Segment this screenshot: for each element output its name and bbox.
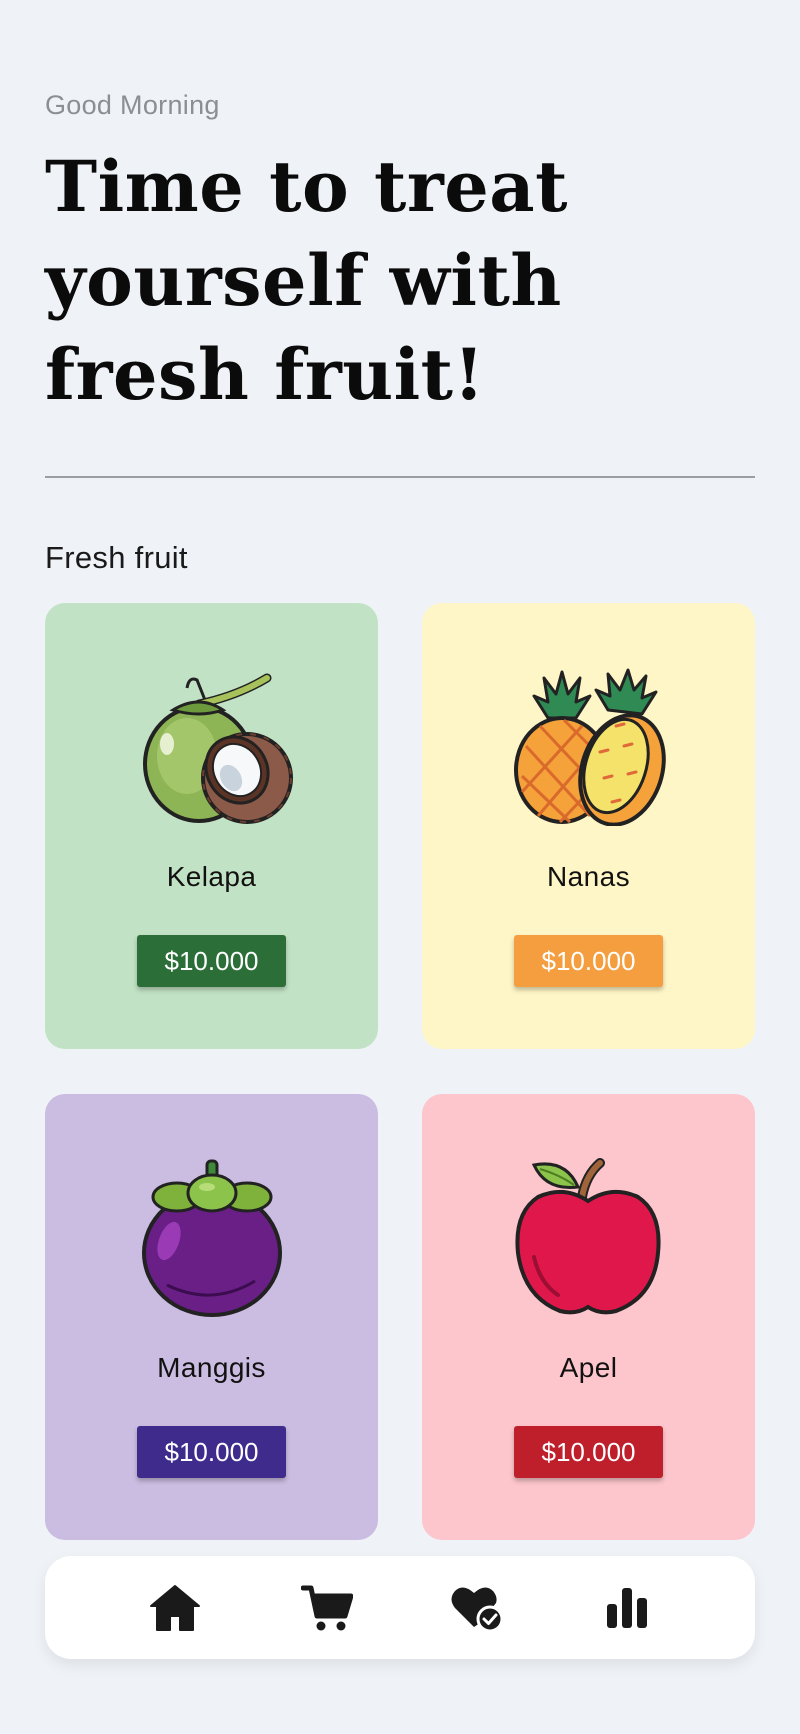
home-icon xyxy=(150,1585,200,1631)
product-card-nanas[interactable]: Nanas $10.000 xyxy=(422,603,755,1049)
divider xyxy=(45,476,755,478)
greeting: Good Morning xyxy=(45,90,220,120)
product-name: Kelapa xyxy=(166,861,257,892)
price-button[interactable]: $10.000 xyxy=(514,935,663,987)
price-button[interactable]: $10.000 xyxy=(137,1426,286,1478)
product-card-manggis[interactable]: Manggis $10.000 xyxy=(45,1094,378,1540)
heart-check-icon xyxy=(451,1587,504,1633)
cart-icon xyxy=(301,1585,353,1631)
page-title: Time to treat yourself with fresh fruit! xyxy=(45,145,568,416)
product-card-kelapa[interactable]: Kelapa $10.000 xyxy=(45,603,378,1049)
nav-favorites[interactable] xyxy=(450,1580,506,1636)
nav-home[interactable] xyxy=(147,1580,203,1636)
mangosteen-icon xyxy=(45,1152,378,1322)
apple-icon xyxy=(422,1152,755,1322)
price-button[interactable]: $10.000 xyxy=(137,935,286,987)
pineapple-icon xyxy=(422,661,755,831)
product-name: Nanas xyxy=(547,861,630,892)
nav-stats[interactable] xyxy=(599,1580,655,1636)
nav-cart[interactable] xyxy=(299,1580,355,1636)
section-title: Fresh fruit xyxy=(45,540,188,575)
bottom-nav xyxy=(45,1556,755,1659)
product-name: Manggis xyxy=(157,1352,266,1383)
bar-chart-icon xyxy=(607,1588,647,1628)
product-name: Apel xyxy=(559,1352,618,1383)
product-card-apel[interactable]: Apel $10.000 xyxy=(422,1094,755,1540)
price-button[interactable]: $10.000 xyxy=(514,1426,663,1478)
coconut-icon xyxy=(45,661,378,831)
